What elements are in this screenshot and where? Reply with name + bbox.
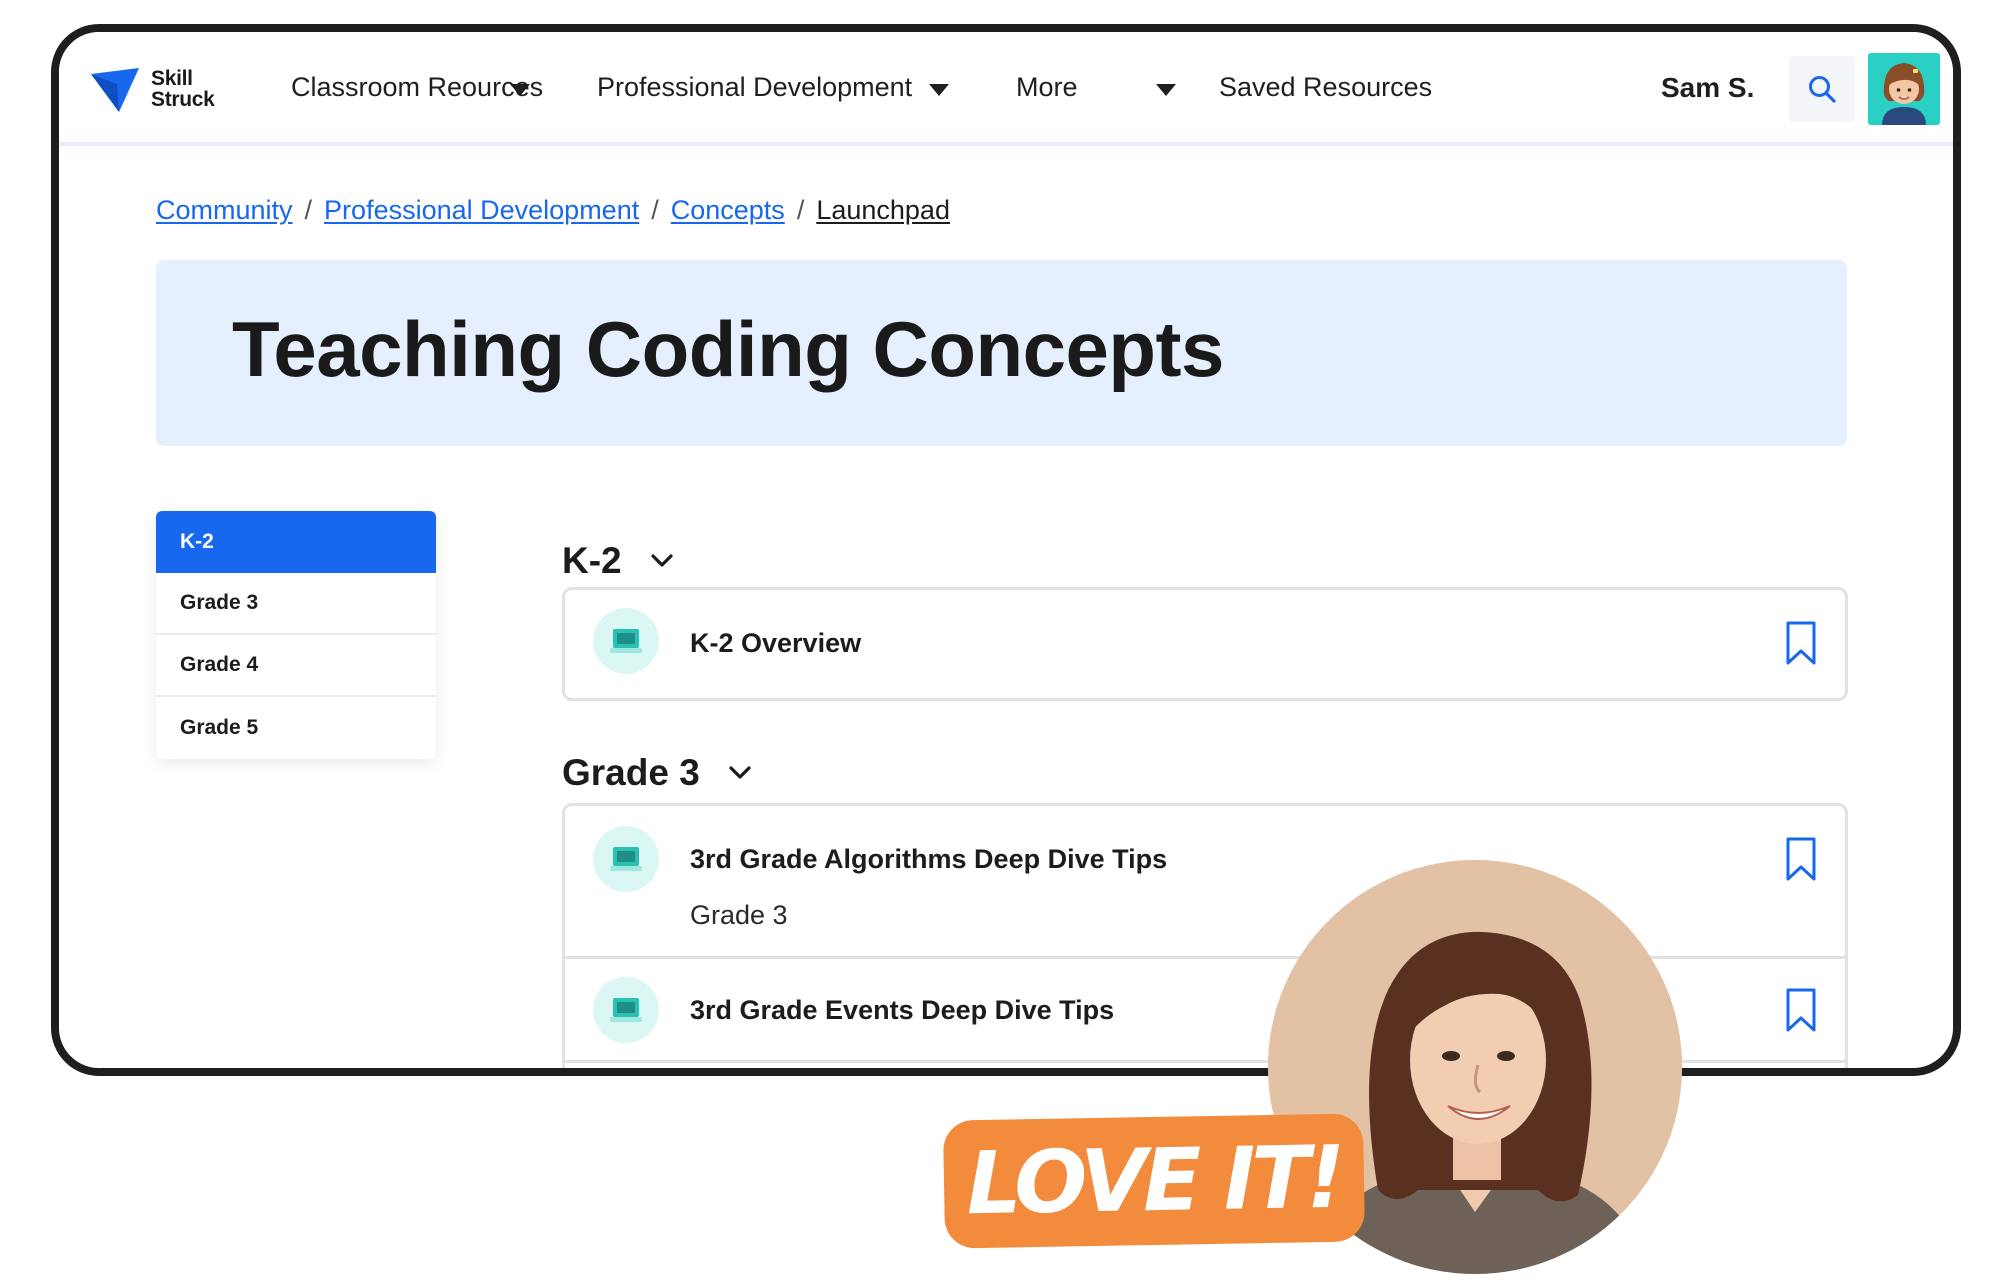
logo-line-2: Struck <box>151 88 215 111</box>
bookmark-icon[interactable] <box>1785 987 1817 1033</box>
user-name[interactable]: Sam S. <box>1661 72 1754 104</box>
resource-row[interactable]: K-2 Overview <box>565 590 1845 698</box>
breadcrumb-concepts[interactable]: Concepts <box>671 195 785 225</box>
resource-title[interactable]: 3rd Grade Events Deep Dive Tips <box>690 995 1114 1026</box>
chevron-down-icon <box>729 766 751 779</box>
resource-list-k-2: K-2 Overview <box>562 587 1848 701</box>
nav-saved-resources[interactable]: Saved Resources <box>1219 72 1432 103</box>
resource-grade-label: Grade 3 <box>690 900 788 930</box>
breadcrumb-current-launchpad[interactable]: Launchpad <box>816 195 950 225</box>
search-icon <box>1809 76 1836 103</box>
chevron-down-icon <box>651 554 673 567</box>
computer-icon <box>593 608 659 674</box>
computer-icon <box>593 826 659 892</box>
chevron-down-icon[interactable] <box>929 84 949 96</box>
breadcrumb: Community / Professional Development / Conce… <box>156 195 950 226</box>
resource-row[interactable]: 3rd Grade Algorithms Deep Dive Tips Grad… <box>565 806 1845 959</box>
user-avatar[interactable] <box>1868 53 1940 125</box>
nav-classroom-resources[interactable]: Classroom Reources <box>291 72 543 103</box>
bookmark-icon[interactable] <box>1785 836 1817 882</box>
grade-menu-item-grade-3[interactable]: Grade 3 <box>156 573 436 635</box>
grade-menu-item-k-2[interactable]: K-2 <box>156 511 436 573</box>
breadcrumb-community[interactable]: Community <box>156 195 293 225</box>
grade-filter-menu: K-2 Grade 3 Grade 4 Grade 5 <box>156 511 436 759</box>
hero-banner: Teaching Coding Concepts <box>156 260 1847 446</box>
skillstruck-logo[interactable]: Skill Struck <box>91 64 221 112</box>
bookmark-icon[interactable] <box>1785 620 1817 666</box>
top-navigation: Skill Struck Classroom Reources Professi… <box>59 32 1953 146</box>
section-header-k-2[interactable]: K-2 <box>562 540 674 582</box>
search-button[interactable] <box>1789 56 1855 122</box>
resource-title[interactable]: 3rd Grade Algorithms Deep Dive Tips <box>690 844 1167 875</box>
logo-text: Skill Struck <box>151 68 215 110</box>
logo-line-1: Skill <box>151 67 193 90</box>
love-it-badge: LOVE IT! <box>942 1113 1366 1249</box>
logo-mark-icon <box>91 68 139 112</box>
section-header-grade-3[interactable]: Grade 3 <box>562 752 752 794</box>
breadcrumb-separator: / <box>651 195 659 225</box>
section-title: K-2 <box>562 540 622 581</box>
chevron-down-icon[interactable] <box>1156 84 1176 96</box>
browser-frame: Skill Struck Classroom Reources Professi… <box>51 24 1961 1076</box>
chevron-down-icon[interactable] <box>510 84 530 96</box>
nav-more[interactable]: More <box>1016 72 1078 103</box>
breadcrumb-professional-development[interactable]: Professional Development <box>324 195 639 225</box>
page-title: Teaching Coding Concepts <box>232 305 1224 393</box>
grade-menu-item-grade-5[interactable]: Grade 5 <box>156 697 436 759</box>
grade-menu-item-grade-4[interactable]: Grade 4 <box>156 635 436 697</box>
nav-professional-development[interactable]: Professional Development <box>597 72 912 103</box>
breadcrumb-separator: / <box>796 195 805 225</box>
computer-icon <box>593 977 659 1043</box>
breadcrumb-separator: / <box>304 195 313 225</box>
avatar-icon <box>1868 53 1940 125</box>
section-title: Grade 3 <box>562 752 700 793</box>
love-it-text: LOVE IT! <box>965 1127 1343 1235</box>
resource-title[interactable]: K-2 Overview <box>690 628 861 659</box>
